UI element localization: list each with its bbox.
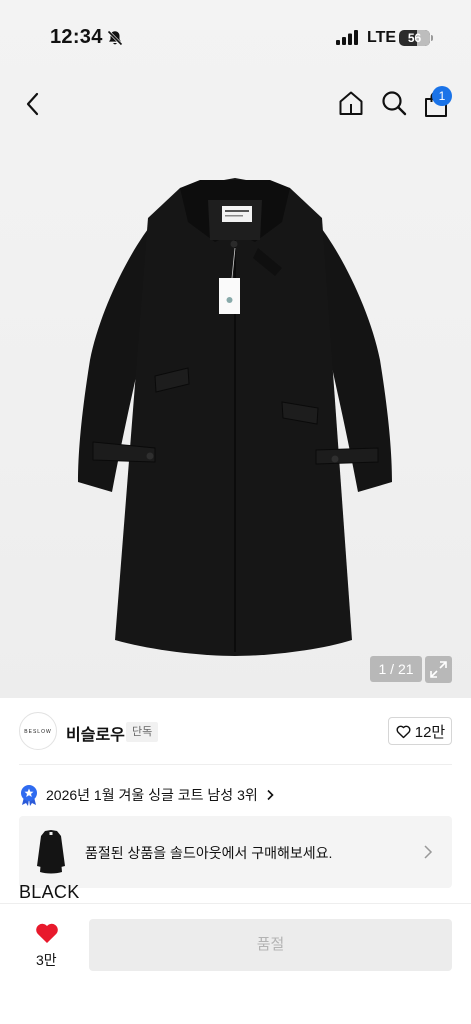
heart-outline-icon bbox=[396, 725, 411, 738]
battery-level: 56 bbox=[407, 31, 422, 45]
ranking-badge-icon bbox=[21, 785, 37, 806]
bell-off-icon bbox=[107, 30, 123, 46]
buy-button[interactable]: 품절 bbox=[89, 919, 452, 971]
chevron-right-icon bbox=[267, 789, 274, 801]
signal-icon bbox=[336, 30, 358, 45]
exclusive-tag: 단독 bbox=[126, 722, 159, 742]
product-gallery-area: 12:34 LTE 56 1 1 / 21 bbox=[0, 0, 471, 698]
expand-image-button[interactable] bbox=[425, 656, 452, 683]
status-bar: 12:34 LTE 56 bbox=[0, 0, 471, 70]
bottom-action-bar: 3만 품절 bbox=[0, 903, 471, 1024]
brand-like-button[interactable]: 12만 bbox=[388, 717, 452, 745]
product-like-count: 3만 bbox=[36, 952, 57, 968]
heart-filled-icon[interactable] bbox=[35, 922, 59, 944]
search-icon[interactable] bbox=[380, 89, 408, 117]
top-navigation bbox=[0, 82, 471, 126]
battery-icon: 56 bbox=[399, 30, 430, 46]
home-icon[interactable] bbox=[337, 89, 365, 117]
ranking-link[interactable]: 2026년 1월 겨울 싱글 코트 남성 3위 bbox=[19, 782, 275, 808]
brand-row: BESLOW 비슬로우 단독 12만 bbox=[0, 700, 471, 764]
soldout-thumbnail bbox=[34, 828, 68, 876]
status-time: 12:34 bbox=[50, 26, 103, 48]
soldout-banner[interactable]: 품절된 상품을 솔드아웃에서 구매해보세요. bbox=[19, 816, 452, 888]
expand-icon bbox=[430, 661, 447, 678]
product-image[interactable] bbox=[60, 170, 410, 665]
cart-count-badge: 1 bbox=[432, 86, 452, 106]
back-icon[interactable] bbox=[20, 91, 46, 117]
brand-logo[interactable]: BESLOW bbox=[19, 712, 57, 750]
divider bbox=[19, 764, 452, 765]
ranking-text: 2026년 1월 겨울 싱글 코트 남성 3위 bbox=[46, 787, 258, 803]
image-counter: 1 / 21 bbox=[370, 656, 422, 682]
soldout-banner-text: 품절된 상품을 솔드아웃에서 구매해보세요. bbox=[85, 845, 333, 861]
product-color: BLACK bbox=[19, 882, 80, 902]
brand-name[interactable]: 비슬로우 bbox=[66, 721, 125, 745]
chevron-right-icon bbox=[424, 845, 433, 859]
network-label: LTE bbox=[367, 29, 397, 46]
brand-like-count: 12만 bbox=[414, 723, 446, 741]
battery-cap bbox=[431, 35, 433, 41]
